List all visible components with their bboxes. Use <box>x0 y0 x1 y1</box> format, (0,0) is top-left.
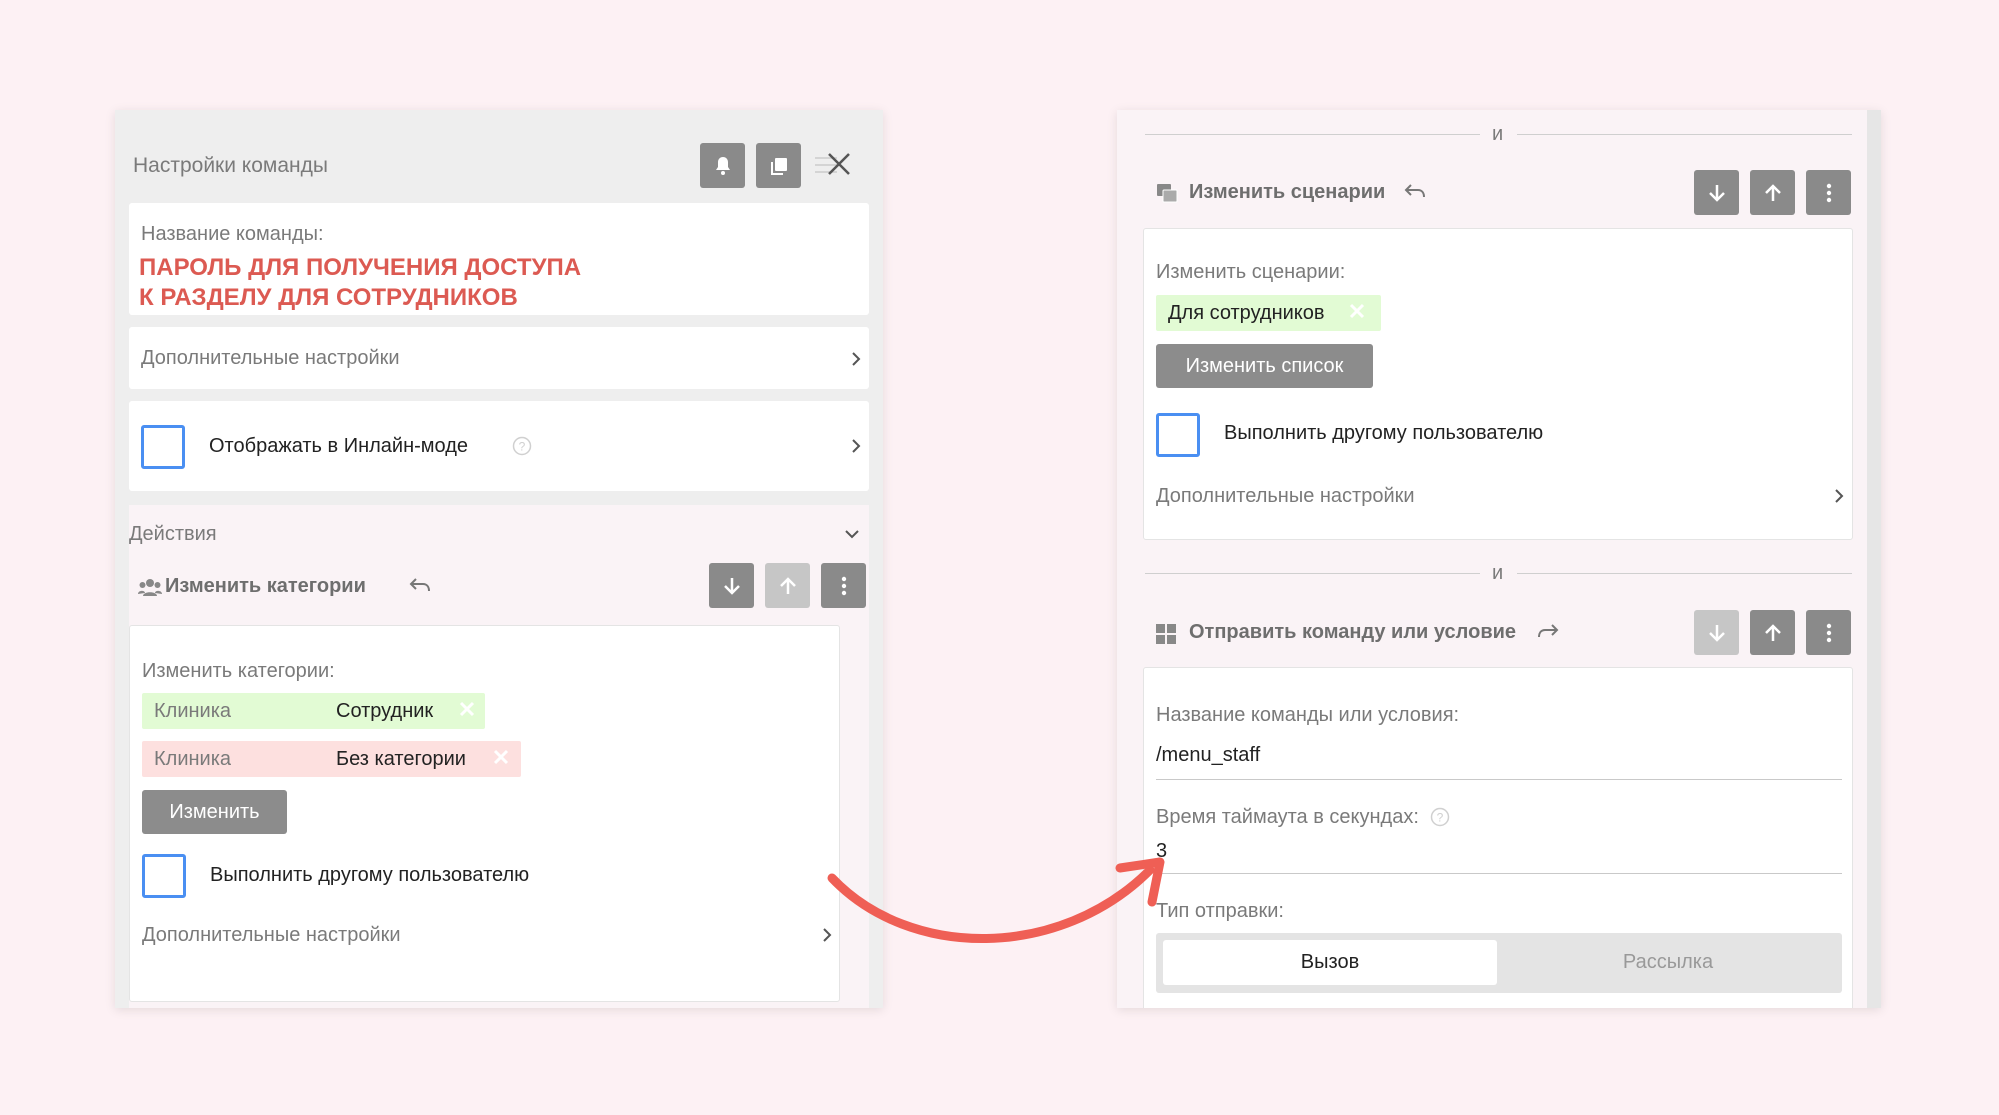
arrow-down-icon <box>723 577 740 595</box>
category-group: Клиника <box>154 700 232 722</box>
close-icon[interactable] <box>813 150 855 180</box>
grid-icon <box>1156 624 1176 644</box>
category-value: Сотрудник <box>336 700 434 722</box>
panel-title: Настройки команды <box>133 154 328 177</box>
more-button[interactable] <box>821 563 866 608</box>
scenarios-action-title: Изменить сценарии <box>1189 181 1386 203</box>
command-input[interactable]: /menu_staff <box>1156 744 1260 767</box>
scenarios-label: Изменить сценарии: <box>1156 261 1346 283</box>
send-type-option-broadcast[interactable]: Рассылка <box>1501 940 1835 985</box>
redo-arrow-icon <box>1538 624 1559 638</box>
run-other-user-label: Выполнить другому пользователю <box>210 864 530 886</box>
send-command-card: Название команды или условия: /menu_staf… <box>1143 667 1853 1008</box>
move-down-button[interactable] <box>709 563 754 608</box>
action-extra-settings[interactable]: Дополнительные настройки <box>142 924 401 947</box>
chevron-right-icon <box>1835 489 1844 503</box>
scrollbar[interactable] <box>1867 110 1881 1008</box>
more-vertical-icon <box>1826 623 1831 642</box>
copy-button[interactable] <box>756 143 801 188</box>
help-icon[interactable]: ? <box>512 436 532 456</box>
chevron-right-icon <box>852 352 861 366</box>
send-type-option-call[interactable]: Вызов <box>1163 940 1497 985</box>
remove-icon[interactable] <box>457 699 477 719</box>
categories-label: Изменить категории: <box>142 660 335 682</box>
flow-arrow <box>827 857 1165 943</box>
inline-mode-label: Отображать в Инлайн-моде <box>209 435 469 457</box>
and-label: и <box>1492 562 1504 584</box>
arrow-up-icon <box>779 576 796 594</box>
more-button[interactable] <box>1806 170 1851 215</box>
users-icon <box>138 579 162 596</box>
category-group: Клиника <box>154 748 232 770</box>
timeout-label: Время таймаута в секундах: <box>1156 806 1419 828</box>
undo-arrow-icon <box>1404 184 1425 198</box>
copy-icon <box>770 157 787 175</box>
extra-settings-label: Дополнительные настройки <box>141 347 400 369</box>
actions-panel: и Изменить сценарии Изменить сценарии: Д… <box>1117 110 1881 1008</box>
command-name-card[interactable]: Название команды: ПАРОЛЬ ДЛЯ ПОЛУЧЕНИЯ Д… <box>129 203 869 315</box>
command-label: Название команды или условия: <box>1156 704 1460 726</box>
extra-settings-row[interactable]: Дополнительные настройки <box>129 327 869 389</box>
action-title: Изменить категории <box>165 575 366 597</box>
move-up-button[interactable] <box>765 563 810 608</box>
move-down-button[interactable] <box>1694 610 1739 655</box>
divider <box>1517 573 1852 574</box>
chevron-right-icon <box>852 439 861 453</box>
arrow-down-icon <box>1708 624 1725 642</box>
send-type-toggle: Вызов Рассылка <box>1156 933 1842 993</box>
move-up-button[interactable] <box>1750 170 1795 215</box>
more-vertical-icon <box>1826 183 1831 202</box>
scenario-icon <box>1157 184 1178 203</box>
more-button[interactable] <box>1806 610 1851 655</box>
notification-button[interactable] <box>700 143 745 188</box>
more-vertical-icon <box>841 576 846 595</box>
category-chip: Клиника Без категории <box>142 741 521 777</box>
send-action-title: Отправить команду или условие <box>1189 621 1517 643</box>
run-other-user-label: Выполнить другому пользователю <box>1224 422 1544 444</box>
arrow-up-icon <box>1764 623 1781 641</box>
command-settings-panel: Настройки команды Название команды: ПАРО… <box>115 110 883 1008</box>
category-chip: Клиника Сотрудник <box>142 693 485 729</box>
scenarios-card: Изменить сценарии: Для сотрудников Измен… <box>1143 228 1853 540</box>
divider <box>1145 573 1480 574</box>
run-other-user-checkbox[interactable] <box>142 854 186 898</box>
inline-mode-row[interactable]: Отображать в Инлайн-моде ? <box>129 401 869 491</box>
command-name-value: ПАРОЛЬ ДЛЯ ПОЛУЧЕНИЯ ДОСТУПА К РАЗДЕЛУ Д… <box>139 254 582 311</box>
undo-arrow-icon <box>409 578 430 592</box>
action-body-card: Изменить категории: Клиника Сотрудник Кл… <box>129 625 840 1002</box>
change-list-button[interactable]: Изменить список <box>1156 344 1373 388</box>
svg-text:?: ? <box>1437 811 1444 825</box>
run-other-user-checkbox[interactable] <box>1156 413 1200 457</box>
extra-settings[interactable]: Дополнительные настройки <box>1156 485 1415 508</box>
input-underline <box>1156 873 1842 874</box>
inline-mode-checkbox[interactable] <box>141 425 185 469</box>
actions-section: Действия Изменить категории Изменить кат… <box>129 505 869 1008</box>
command-name-label: Название команды: <box>141 223 324 245</box>
help-icon[interactable]: ? <box>1430 807 1450 827</box>
bell-icon <box>715 156 730 175</box>
remove-icon[interactable] <box>1347 301 1367 321</box>
arrow-up-icon <box>1764 183 1781 201</box>
scenario-chip: Для сотрудников <box>1156 295 1381 331</box>
actions-title: Действия <box>129 523 217 545</box>
scenario-chip-label: Для сотрудников <box>1168 302 1325 324</box>
chevron-down-icon[interactable] <box>845 527 859 541</box>
divider <box>1145 134 1480 135</box>
move-down-button[interactable] <box>1694 170 1739 215</box>
svg-text:?: ? <box>519 440 526 454</box>
arrow-down-icon <box>1708 184 1725 202</box>
divider <box>1517 134 1852 135</box>
and-label: и <box>1492 123 1504 145</box>
change-categories-button[interactable]: Изменить <box>142 790 287 834</box>
category-value: Без категории <box>336 748 466 770</box>
input-underline <box>1156 779 1842 780</box>
remove-icon[interactable] <box>491 747 511 767</box>
move-up-button[interactable] <box>1750 610 1795 655</box>
